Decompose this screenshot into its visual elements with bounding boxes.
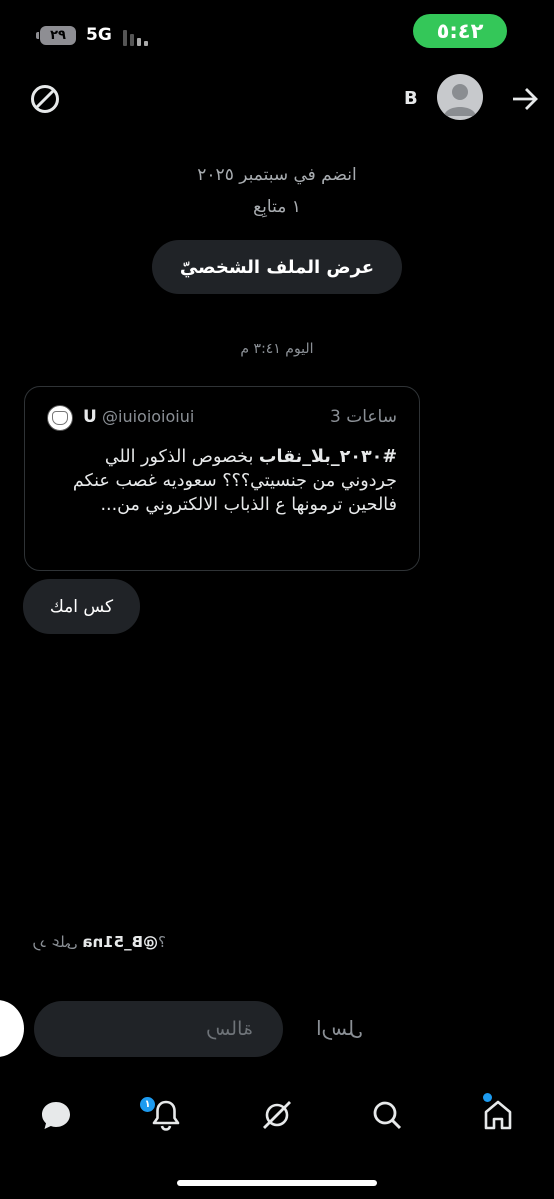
arrow-right-icon[interactable] (510, 85, 540, 113)
block-icon[interactable] (29, 83, 61, 115)
tweet-hashtag[interactable]: #٢٠٣٠_بلا_نقاب (259, 447, 397, 467)
default-avatar-icon (444, 84, 476, 116)
reply-context-prefix: ? (158, 933, 166, 951)
followers-count[interactable]: ١ متابِع (0, 197, 554, 217)
network-label: 5G (86, 25, 112, 45)
reply-context-handle: @B_51na (82, 933, 159, 951)
tweet-author-handle: @iuioioioiui (102, 407, 195, 426)
dm-conversation-screen: ٢٩ 5G ٥:٤٢ B انضم في سبتمبر ٢٠٢٥ ١ متابِ… (0, 0, 554, 1199)
quoted-tweet-card[interactable]: U @iuioioioiui 3 ساعات #٢٠٣٠_بلا_نقاب بخ… (24, 386, 420, 571)
search-icon[interactable] (370, 1098, 404, 1132)
avatar-image-icon (52, 411, 68, 425)
tweet-text-last: فالحين ترمونها ع الذباب الالكتروني من... (100, 495, 397, 515)
tweet-author-name: U (83, 407, 97, 427)
message-bubble[interactable]: كس امك (23, 579, 140, 634)
tweet-text: #٢٠٣٠_بلا_نقاب بخصوص الذكور اللي جردوني … (45, 445, 397, 517)
send-button[interactable]: ارسل (316, 1016, 363, 1040)
add-media-button[interactable] (0, 1000, 24, 1057)
reply-context: ?@B_51na رد على (33, 933, 166, 951)
joined-date: انضم في سبتمبر ٢٠٢٥ (197, 165, 357, 185)
home-indicator (177, 1180, 377, 1186)
header-name[interactable]: B (404, 88, 418, 109)
status-time: ٥:٤٢ (413, 14, 507, 48)
home-notification-dot (483, 1093, 492, 1102)
signal-icon (123, 30, 148, 46)
reply-context-label: رد على (32, 933, 78, 951)
grok-icon[interactable] (260, 1098, 294, 1132)
home-icon[interactable] (481, 1098, 515, 1132)
tweet-header: U @iuioioioiui 3 ساعات (47, 405, 397, 431)
messages-icon[interactable] (39, 1098, 73, 1132)
tweet-avatar (47, 405, 73, 431)
battery-indicator: ٢٩ (36, 26, 76, 45)
message-timestamp: اليوم ٣:٤١ م (240, 341, 314, 357)
notifications-badge: ١ (138, 1095, 157, 1114)
avatar[interactable] (437, 74, 483, 120)
view-profile-button[interactable]: عرض الملف الشخصيّ (152, 240, 402, 294)
message-input[interactable] (34, 1001, 283, 1057)
tweet-time: 3 ساعات (330, 407, 397, 427)
